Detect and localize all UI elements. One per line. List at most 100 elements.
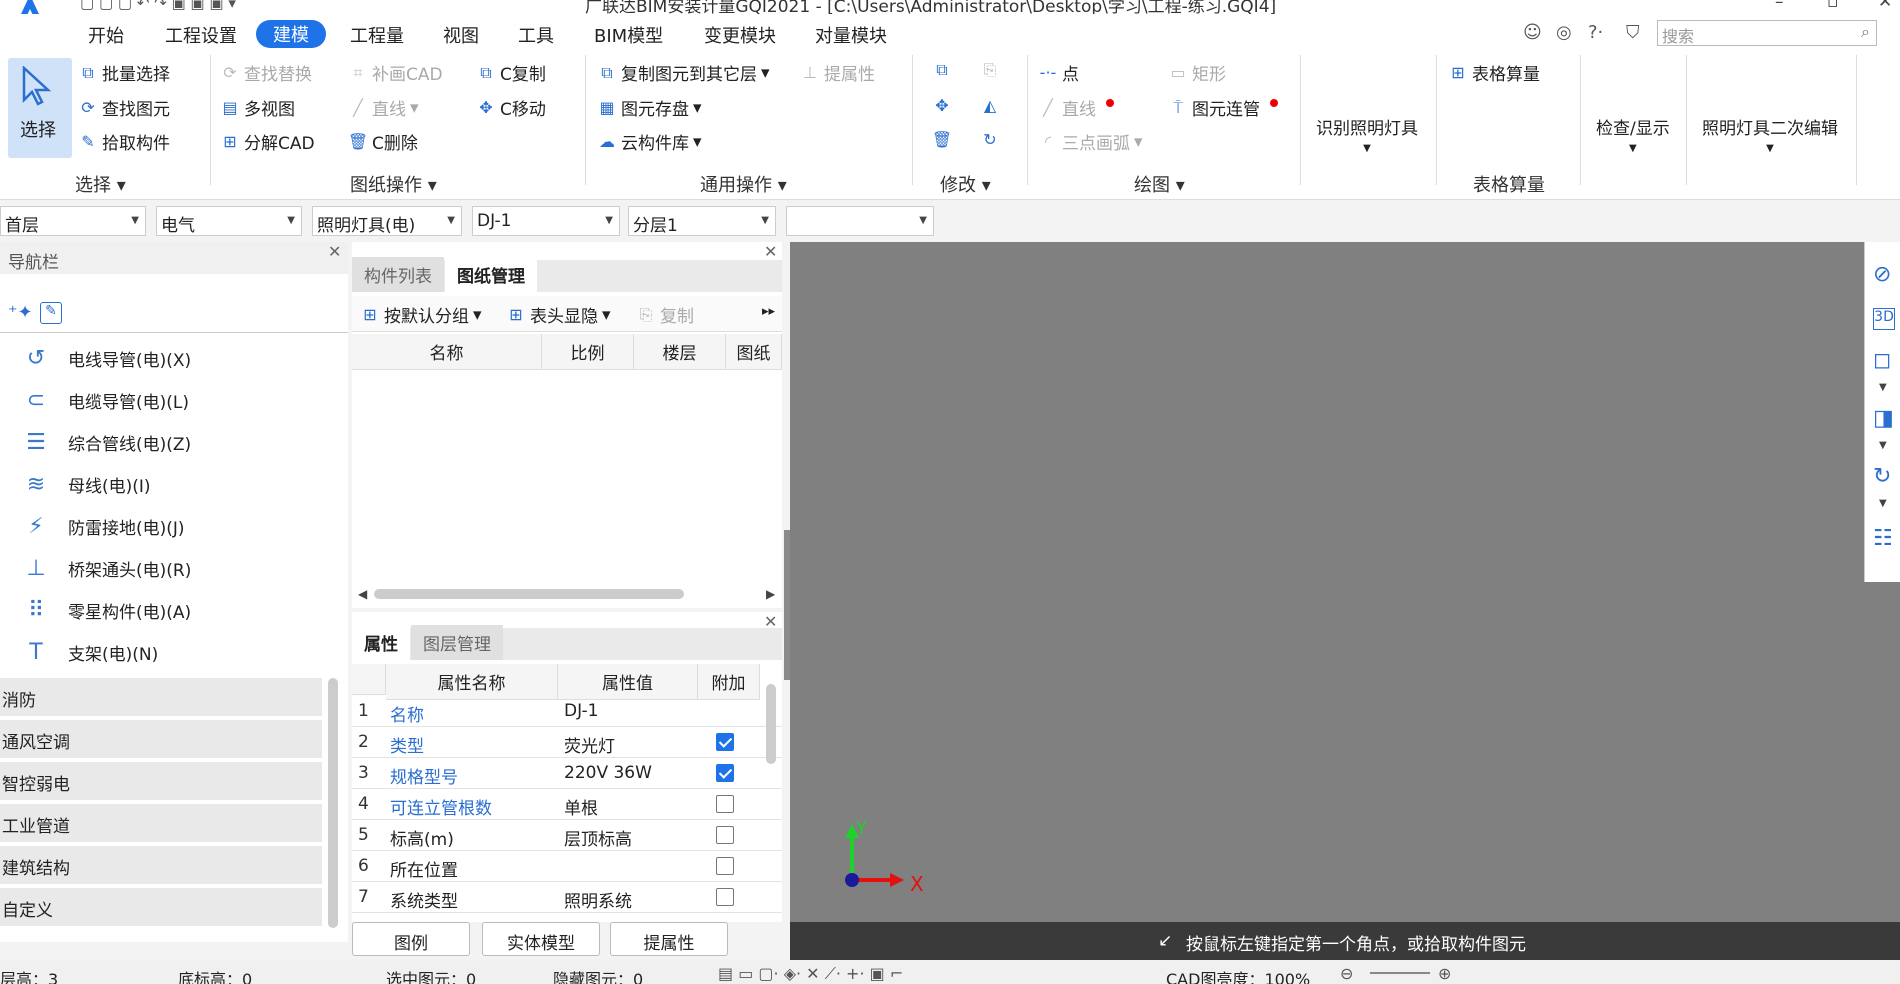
menu-project-settings[interactable]: 工程设置 [165,22,237,48]
extra-checkbox[interactable] [716,733,734,751]
property-row[interactable]: 5 标高(m) 层顶标高 [352,820,782,851]
c-copy-button[interactable]: ⧉ C复制 [476,60,546,86]
menu-start[interactable]: 开始 [88,22,124,48]
menu-view[interactable]: 视图 [443,22,479,48]
3d-view-icon[interactable]: 3D [1873,308,1895,330]
view-settings-icon[interactable]: ☷ [1873,526,1893,551]
menu-quantity[interactable]: 工程量 [350,22,404,48]
close-icon[interactable]: ✕ [328,242,341,261]
col-floor[interactable]: 楼层 [634,334,726,370]
attr-value[interactable]: DJ-1 [564,701,598,721]
pick-component-button[interactable]: ✎ 拾取构件 [78,129,170,154]
box-view-icon[interactable]: ◨ [1873,406,1894,431]
multi-view-button[interactable]: ▤ 多视图 [220,95,295,120]
find-element-button[interactable]: ⟳ 查找图元 [78,95,170,120]
c-move-button[interactable]: ✥ C移动 [476,95,546,120]
nav-item-cable-conduit[interactable]: ⊂ 电缆导管(电)(L) [0,380,330,420]
property-scrollbar[interactable] [766,684,776,764]
property-row[interactable]: 6 所在位置 [352,851,782,882]
nav-category-smart-weak[interactable]: 智控弱电 [0,762,322,800]
nav-item-misc-component[interactable]: ⠿ 零星构件(电)(A) [0,590,330,630]
col-scale[interactable]: 比例 [542,334,634,370]
attr-value[interactable]: 单根 [564,794,598,819]
menu-modeling[interactable]: 建模 [256,20,326,48]
rotate-icon-button[interactable]: ↻ [980,129,1000,149]
help-icon[interactable]: ?· [1588,22,1603,43]
top-view-icon[interactable]: ◻ [1873,348,1891,373]
extract-attr-button[interactable]: ⊥ 提属性 [800,60,875,85]
draw-line-button[interactable]: ╱ 直线 [1038,95,1114,120]
sublayer-select[interactable]: 分层1 ▼ [628,206,776,236]
extract-attribute-button[interactable]: 提属性 [610,922,728,956]
nav-item-combined-pipeline[interactable]: ☰ 综合管线(电)(Z) [0,422,330,462]
delete-icon-button[interactable]: 🗑 [932,129,952,149]
scroll-right-icon[interactable]: ▶ [766,587,775,601]
zoom-out-icon[interactable]: ⊖ [1340,964,1353,983]
close-window-icon[interactable]: ✕ [1878,0,1892,12]
nav-category-fire[interactable]: 消防 [0,678,322,716]
group-modify[interactable]: 修改 ▾ [940,171,991,197]
line-button[interactable]: ╱ 直线 ▾ [348,95,418,121]
extra-checkbox[interactable] [716,857,734,875]
offset-icon-button[interactable]: ⎘ [980,60,1000,80]
tab-component-list[interactable]: 构件列表 [352,257,444,292]
snap-tool-icons[interactable]: ▤ ▭ ▢· ◈· ✕ ⟋· +· ▣ ⌐ [718,964,903,984]
col-drawing[interactable]: 图纸 [726,334,782,370]
menu-bim-model[interactable]: BIM模型 [594,22,663,48]
edit-icon[interactable]: ✎ [40,302,62,324]
dropdown-arrow-icon[interactable]: ▼ [1879,382,1887,393]
horizontal-scrollbar[interactable] [374,589,684,599]
brightness-slider[interactable] [1370,972,1430,974]
nav-scrollbar[interactable] [328,678,338,928]
orbit-icon[interactable]: ⊘ [1873,262,1891,287]
tab-layer-management[interactable]: 图层管理 [411,625,503,660]
menu-tools[interactable]: 工具 [518,22,554,48]
attr-value[interactable]: 层顶标高 [564,825,632,850]
header-toggle-button[interactable]: ⊞ 表头显隐 ▾ [506,302,610,328]
zoom-in-icon[interactable]: ⊕ [1438,964,1451,983]
identify-lighting-button[interactable]: 识别照明灯具 ▼ [1316,114,1418,154]
select-button[interactable]: 选择 [8,58,72,158]
copy-to-other-layer-button[interactable]: ⧉ 复制图元到其它层 ▾ [597,60,769,86]
scroll-left-icon[interactable]: ◀ [358,587,367,601]
extra-checkbox[interactable] [716,826,734,844]
nav-category-custom[interactable]: 自定义 [0,888,322,926]
patch-cad-button[interactable]: ⌗ 补画CAD [348,60,442,86]
property-row[interactable]: 2 类型 荧光灯 [352,727,782,758]
property-row[interactable]: 1 名称 DJ-1 [352,696,782,727]
group-general-ops[interactable]: 通用操作 ▾ [700,171,787,197]
property-row[interactable]: 7 系统类型 照明系统 [352,882,782,913]
legend-button[interactable]: 图例 [352,922,470,956]
attr-value[interactable]: 荧光灯 [564,732,615,757]
nav-item-lightning-grounding[interactable]: ⚡ 防雷接地(电)(J) [0,506,330,546]
drawing-viewport[interactable]: Y X [790,242,1900,922]
property-row[interactable]: 4 可连立管根数 单根 [352,789,782,820]
extra-checkbox[interactable] [716,764,734,782]
quick-access-icons[interactable]: ▢ ▢ ▢ ↶ ↷ ▣ ▣ ▣ ▾ [80,0,236,12]
more-icon[interactable]: ▸▸ [762,304,775,319]
component-select[interactable]: DJ-1 ▼ [472,206,620,236]
group-drawing-ops[interactable]: 图纸操作 ▾ [350,171,437,197]
extra-checkbox[interactable] [716,888,734,906]
point-button[interactable]: -·- 点 [1038,60,1079,85]
explode-cad-button[interactable]: ⊞ 分解CAD [220,129,314,154]
check-display-button[interactable]: 检查/显示 ▼ [1596,114,1670,154]
attr-value[interactable]: 照明系统 [564,887,632,912]
user-icon[interactable]: ☺ [1523,22,1542,43]
menu-change-module[interactable]: 变更模块 [704,22,776,48]
shirt-icon[interactable]: ⛉ [1626,22,1640,43]
dropdown-arrow-icon[interactable]: ▼ [1879,440,1887,451]
default-group-button[interactable]: ⊞ 按默认分组 ▾ [360,302,481,328]
c-delete-button[interactable]: 🗑 C删除 [348,129,418,154]
restore-icon[interactable]: ▫ [1827,0,1839,12]
group-draw[interactable]: 绘图 ▾ [1134,171,1185,197]
extra-select[interactable]: ▼ [786,206,934,236]
close-icon[interactable]: ✕ [764,242,777,261]
rotate-view-icon[interactable]: ↻ [1873,464,1891,489]
copy-drawing-button[interactable]: ⎘ 复制 [636,302,694,328]
extra-checkbox[interactable] [716,795,734,813]
mirror-icon-button[interactable]: ◭ [980,95,1000,115]
menu-reconcile-module[interactable]: 对量模块 [815,22,887,48]
nav-item-bracket[interactable]: T 支架(电)(N) [0,632,330,672]
three-point-arc-button[interactable]: ◜ 三点画弧 ▾ [1038,129,1143,155]
